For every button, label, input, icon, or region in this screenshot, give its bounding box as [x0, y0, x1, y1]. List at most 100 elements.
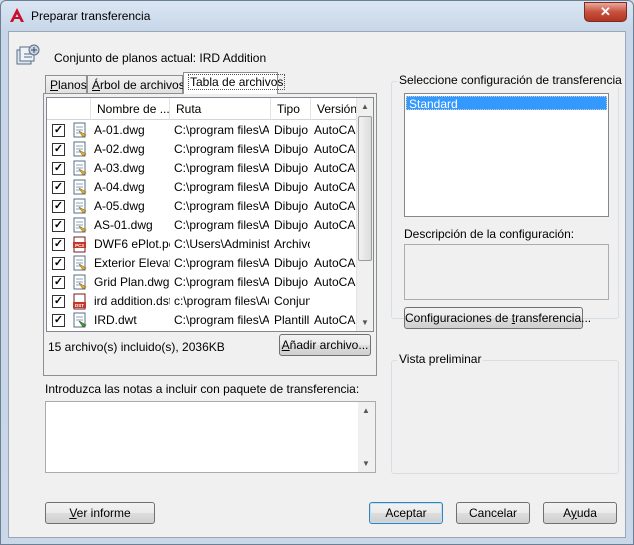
- include-checkbox[interactable]: ✓: [52, 162, 65, 175]
- ok-button[interactable]: Aceptar: [369, 502, 443, 524]
- tab-file-tree[interactable]: Árbol de archivos: [87, 75, 185, 94]
- window-title: Preparar transferencia: [31, 9, 151, 23]
- file-path-cell: C:\program files\Aut: [174, 161, 269, 175]
- file-name-cell: DWF6 ePlot.pc3: [94, 237, 170, 251]
- file-path-cell: C:\program files\Aut: [174, 199, 269, 213]
- file-name-cell: Grid Plan.dwg: [94, 275, 170, 289]
- table-row[interactable]: ✓ DST ird addition.dst c:\program files\Aut…: [47, 292, 359, 311]
- notes-scrollbar[interactable]: ▲ ▼: [358, 402, 375, 472]
- table-row[interactable]: ✓ A-04.dwg C:\program files\Aut Dibujo d Aut…: [47, 178, 359, 197]
- transfer-setup-label: Seleccione configuración de transferenci…: [397, 73, 624, 87]
- file-name-cell: A-02.dwg: [94, 142, 145, 156]
- scroll-up-arrow-icon[interactable]: ▲: [358, 402, 374, 419]
- include-checkbox[interactable]: ✓: [52, 181, 65, 194]
- file-name-cell: IRD.dwt: [94, 313, 137, 327]
- dwt-icon: [73, 312, 87, 328]
- current-sheet-set-label: Conjunto de planos actual: IRD Addition: [54, 51, 267, 65]
- include-checkbox[interactable]: ✓: [52, 219, 65, 232]
- file-type-cell: Dibujo d: [274, 142, 310, 156]
- table-row[interactable]: ✓ A-03.dwg C:\program files\Aut Dibujo d Aut…: [47, 159, 359, 178]
- column-header-check[interactable]: [47, 98, 91, 120]
- file-name-cell: A-01.dwg: [94, 123, 145, 137]
- include-checkbox[interactable]: ✓: [52, 200, 65, 213]
- column-header-name[interactable]: Nombre de ...: [91, 98, 170, 120]
- file-version-cell: AutoCAD: [314, 313, 359, 327]
- button-hotkey: A: [281, 338, 290, 352]
- file-table-panel: Nombre de ... Ruta Tipo Versión ✓ A-01.dw…: [43, 93, 377, 376]
- file-version-cell: AutoCAD: [314, 180, 359, 194]
- include-checkbox[interactable]: ✓: [52, 257, 65, 270]
- transfer-setup-list[interactable]: Standard: [404, 93, 609, 217]
- close-button[interactable]: ✕: [584, 2, 627, 22]
- table-row[interactable]: ✓ AS-01.dwg C:\program files\Aut Dibujo d Au…: [47, 216, 359, 235]
- help-button[interactable]: Ayuda: [543, 502, 617, 524]
- tab-label: rbol de archivos: [100, 78, 185, 92]
- column-header-version[interactable]: Versión: [311, 98, 359, 120]
- table-row[interactable]: ✓ A-05.dwg C:\program files\Aut Dibujo d Aut…: [47, 197, 359, 216]
- view-report-button[interactable]: Ver informe: [45, 502, 155, 524]
- file-version-cell: AutoCAD: [314, 142, 359, 156]
- scroll-down-arrow-icon[interactable]: ▼: [358, 455, 374, 472]
- tab-sheets[interactable]: Planos: [45, 75, 87, 94]
- include-checkbox[interactable]: ✓: [52, 295, 65, 308]
- dwg-icon: [73, 122, 87, 138]
- file-path-cell: C:\program files\Aut: [174, 142, 269, 156]
- file-type-cell: Dibujo d: [274, 275, 310, 289]
- title-bar[interactable]: Preparar transferencia ✕: [1, 1, 633, 31]
- add-file-button[interactable]: Añadir archivo...: [279, 334, 371, 356]
- button-label: uda: [576, 506, 597, 520]
- scroll-up-arrow-icon[interactable]: ▲: [357, 98, 373, 115]
- file-name-cell: A-04.dwg: [94, 180, 145, 194]
- tab-label: Tabla de archivos: [188, 74, 286, 90]
- file-path-cell: C:\program files\Aut: [174, 275, 269, 289]
- file-name-cell: AS-01.dwg: [94, 218, 153, 232]
- button-label: A: [563, 506, 571, 520]
- file-type-cell: Dibujo d: [274, 180, 310, 194]
- table-row[interactable]: ✓ PC3 DWF6 ePlot.pc3 C:\Users\Administra Arc…: [47, 235, 359, 254]
- column-header-type[interactable]: Tipo: [271, 98, 311, 120]
- include-checkbox[interactable]: ✓: [52, 143, 65, 156]
- transmittal-dialog: Preparar transferencia ✕ Conjunto de pla…: [0, 0, 634, 545]
- dwg-icon: [73, 255, 87, 271]
- file-version-cell: AutoCAD: [314, 123, 359, 137]
- description-box: [404, 244, 609, 300]
- file-type-cell: Dibujo d: [274, 199, 310, 213]
- dwg-icon: [73, 217, 87, 233]
- scrollbar-thumb[interactable]: [358, 116, 372, 261]
- button-label: er informe: [76, 506, 131, 520]
- column-header-path[interactable]: Ruta: [170, 98, 271, 120]
- include-checkbox[interactable]: ✓: [52, 314, 65, 327]
- file-version-cell: AutoCAD: [314, 275, 359, 289]
- dwg-icon: [73, 160, 87, 176]
- file-path-cell: C:\program files\Aut: [174, 218, 269, 232]
- list-item[interactable]: Standard: [406, 96, 607, 111]
- file-table[interactable]: Nombre de ... Ruta Tipo Versión ✓ A-01.dw…: [46, 97, 374, 332]
- include-checkbox[interactable]: ✓: [52, 276, 65, 289]
- tab-label-hotkey: Á: [92, 78, 101, 92]
- file-path-cell: c:\program files\Auto: [174, 294, 269, 308]
- transfer-setups-button[interactable]: Configuraciones de transferencia...: [404, 307, 591, 329]
- table-row[interactable]: ✓ Exterior Elevatio C:\program files\Aut Di…: [47, 254, 359, 273]
- autocad-logo-icon: [10, 8, 24, 22]
- file-path-cell: C:\Users\Administra: [174, 237, 269, 251]
- table-row[interactable]: ✓ Grid Plan.dwg C:\program files\Aut Dibujo…: [47, 273, 359, 292]
- table-header: Nombre de ... Ruta Tipo Versión: [47, 98, 359, 120]
- table-scrollbar[interactable]: ▲ ▼: [356, 98, 373, 331]
- notes-textarea[interactable]: ▲ ▼: [45, 401, 376, 473]
- description-label: Descripción de la configuración:: [404, 227, 575, 241]
- file-version-cell: AutoCAD: [314, 256, 359, 270]
- button-label: Configuraciones de: [405, 311, 512, 325]
- tab-file-table[interactable]: Tabla de archivos: [183, 72, 286, 94]
- file-type-cell: Dibujo d: [274, 161, 310, 175]
- include-checkbox[interactable]: ✓: [52, 238, 65, 251]
- scroll-down-arrow-icon[interactable]: ▼: [357, 314, 373, 331]
- dwg-icon: [73, 274, 87, 290]
- table-row[interactable]: ✓ A-02.dwg C:\program files\Aut Dibujo d Aut…: [47, 140, 359, 159]
- dwg-icon: [73, 198, 87, 214]
- cancel-button[interactable]: Cancelar: [456, 502, 530, 524]
- file-version-cell: [314, 292, 359, 311]
- table-row[interactable]: ✓ A-01.dwg C:\program files\Aut Dibujo d Aut…: [47, 121, 359, 140]
- include-checkbox[interactable]: ✓: [52, 124, 65, 137]
- table-row[interactable]: ✓ IRD.dwt C:\program files\Aut Plantilla Aut…: [47, 311, 359, 330]
- button-hotkey: V: [69, 506, 77, 520]
